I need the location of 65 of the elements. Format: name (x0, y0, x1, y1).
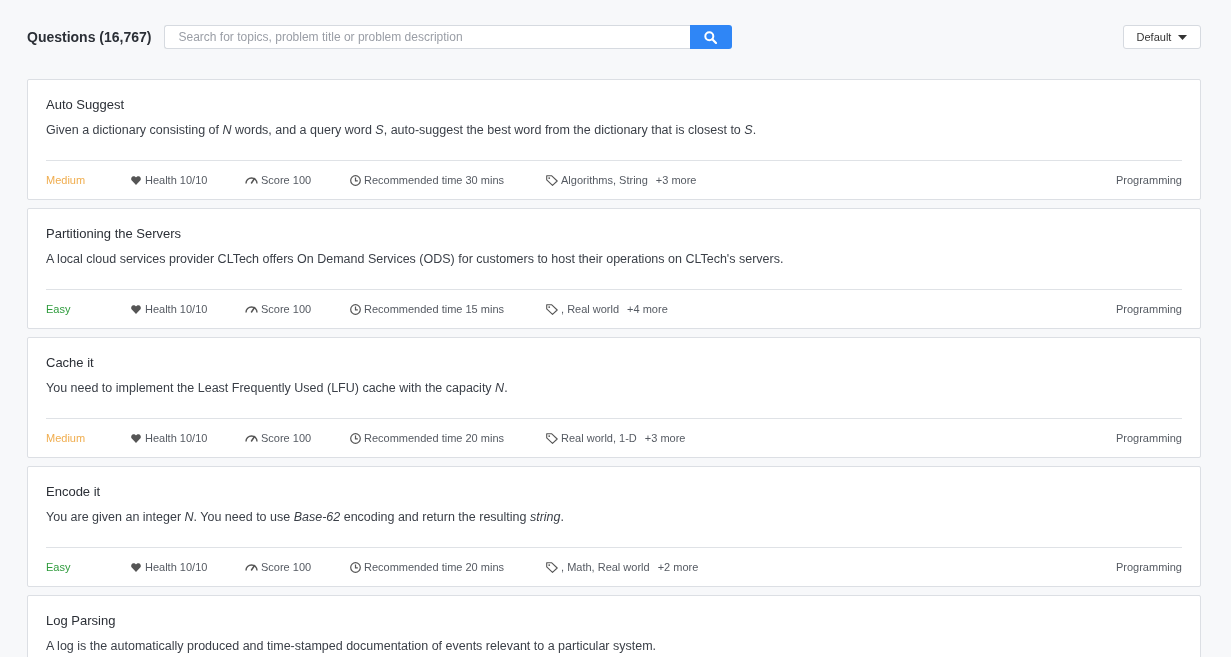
clock-icon (350, 174, 361, 186)
category-label: Programming (1115, 430, 1182, 446)
question-description: You are given an integer N. You need to use Base-62 encoding and return the resulting string. (46, 509, 565, 526)
difficulty-label: Medium (46, 430, 87, 446)
sort-dropdown[interactable]: Default (1123, 25, 1201, 49)
question-title[interactable]: Auto Suggest (46, 96, 1182, 114)
category-label: Programming (1115, 172, 1182, 188)
tags-text: , Math, Real world (561, 559, 650, 575)
health-text: Health 10/10 (145, 559, 208, 575)
more-tags-link[interactable]: +3 more (644, 429, 686, 447)
recommended-time: Recommended time 15 mins (364, 301, 504, 317)
question-description: Given a dictionary consisting of N words, and a query word S, auto-suggest the best word from the dictionary that is closest to S. (46, 122, 758, 139)
score-text: Score 100 (261, 301, 312, 317)
tag-icon (546, 432, 558, 444)
tags-text: Algorithms, String (561, 172, 648, 188)
score-text: Score 100 (261, 430, 312, 446)
clock-icon (350, 561, 361, 573)
page-title: Questions (16,767) (27, 27, 152, 47)
question-title[interactable]: Cache it (46, 354, 1182, 372)
difficulty-label: Easy (46, 301, 72, 317)
more-tags-link[interactable]: +4 more (627, 300, 668, 318)
difficulty-label: Medium (46, 172, 87, 188)
question-description: A local cloud services provider CLTech offers On Demand Services (ODS) for customers to host their operations on CLTech's servers. (46, 251, 785, 268)
recommended-time: Recommended time 30 mins (364, 172, 504, 188)
category-label: Programming (1115, 301, 1182, 317)
heart-icon (131, 562, 141, 572)
gauge-icon (245, 176, 258, 184)
recommended-time: Recommended time 20 mins (364, 559, 504, 575)
tags-text: Real world, 1-D (561, 430, 637, 446)
clock-icon (350, 303, 361, 315)
score-text: Score 100 (261, 172, 312, 188)
question-card[interactable]: Log Parsing A log is the automatically produced and time-stamped documentation of events relevant to a particular system. (27, 595, 1201, 657)
question-card[interactable]: Cache it You need to implement the Least Frequently Used (LFU) cache with the capacity N. Medium Health 10/10 Score 100 Recommended time 20 mins Real world, 1-D +3 more Programming (27, 337, 1201, 458)
tag-icon (546, 174, 558, 186)
category-label: Programming (1115, 559, 1182, 575)
health-text: Health 10/10 (145, 301, 208, 317)
question-title[interactable]: Encode it (46, 483, 1182, 501)
health-text: Health 10/10 (145, 172, 208, 188)
recommended-time: Recommended time 20 mins (364, 430, 504, 446)
caret-down-icon (1178, 34, 1188, 40)
gauge-icon (245, 434, 258, 442)
search-button[interactable] (689, 25, 732, 49)
question-card[interactable]: Encode it You are given an integer N. You need to use Base-62 encoding and return the resulting string. Easy Health 10/10 Score 100 Recommended time 20 mins , Math, Real world +2 more Programming (27, 466, 1201, 587)
search-icon (704, 30, 717, 44)
heart-icon (131, 175, 141, 185)
question-description: You need to implement the Least Frequently Used (LFU) cache with the capacity N. (46, 380, 509, 397)
question-card[interactable] (27, 79, 1201, 200)
score-text: Score 100 (261, 559, 312, 575)
tag-icon (546, 303, 558, 315)
tag-icon (546, 561, 558, 573)
heart-icon (131, 433, 141, 443)
difficulty-label: Easy (46, 559, 72, 575)
more-tags-link[interactable]: +2 more (657, 558, 699, 576)
health-text: Health 10/10 (145, 430, 208, 446)
gauge-icon (245, 563, 258, 571)
question-description: A log is the automatically produced and time-stamped documentation of events relevant to a particular system. (46, 638, 658, 655)
heart-icon (131, 304, 141, 314)
question-card[interactable] (27, 208, 1201, 329)
search-field[interactable]: Search for topics, problem title or problem description (163, 25, 690, 49)
question-title[interactable]: Partitioning the Servers (46, 225, 1182, 243)
question-title[interactable]: Log Parsing (46, 612, 1182, 630)
gauge-icon (245, 305, 258, 313)
tags-text: , Real world (561, 301, 620, 317)
clock-icon (350, 432, 361, 444)
more-tags-link[interactable]: +3 more (655, 171, 697, 189)
